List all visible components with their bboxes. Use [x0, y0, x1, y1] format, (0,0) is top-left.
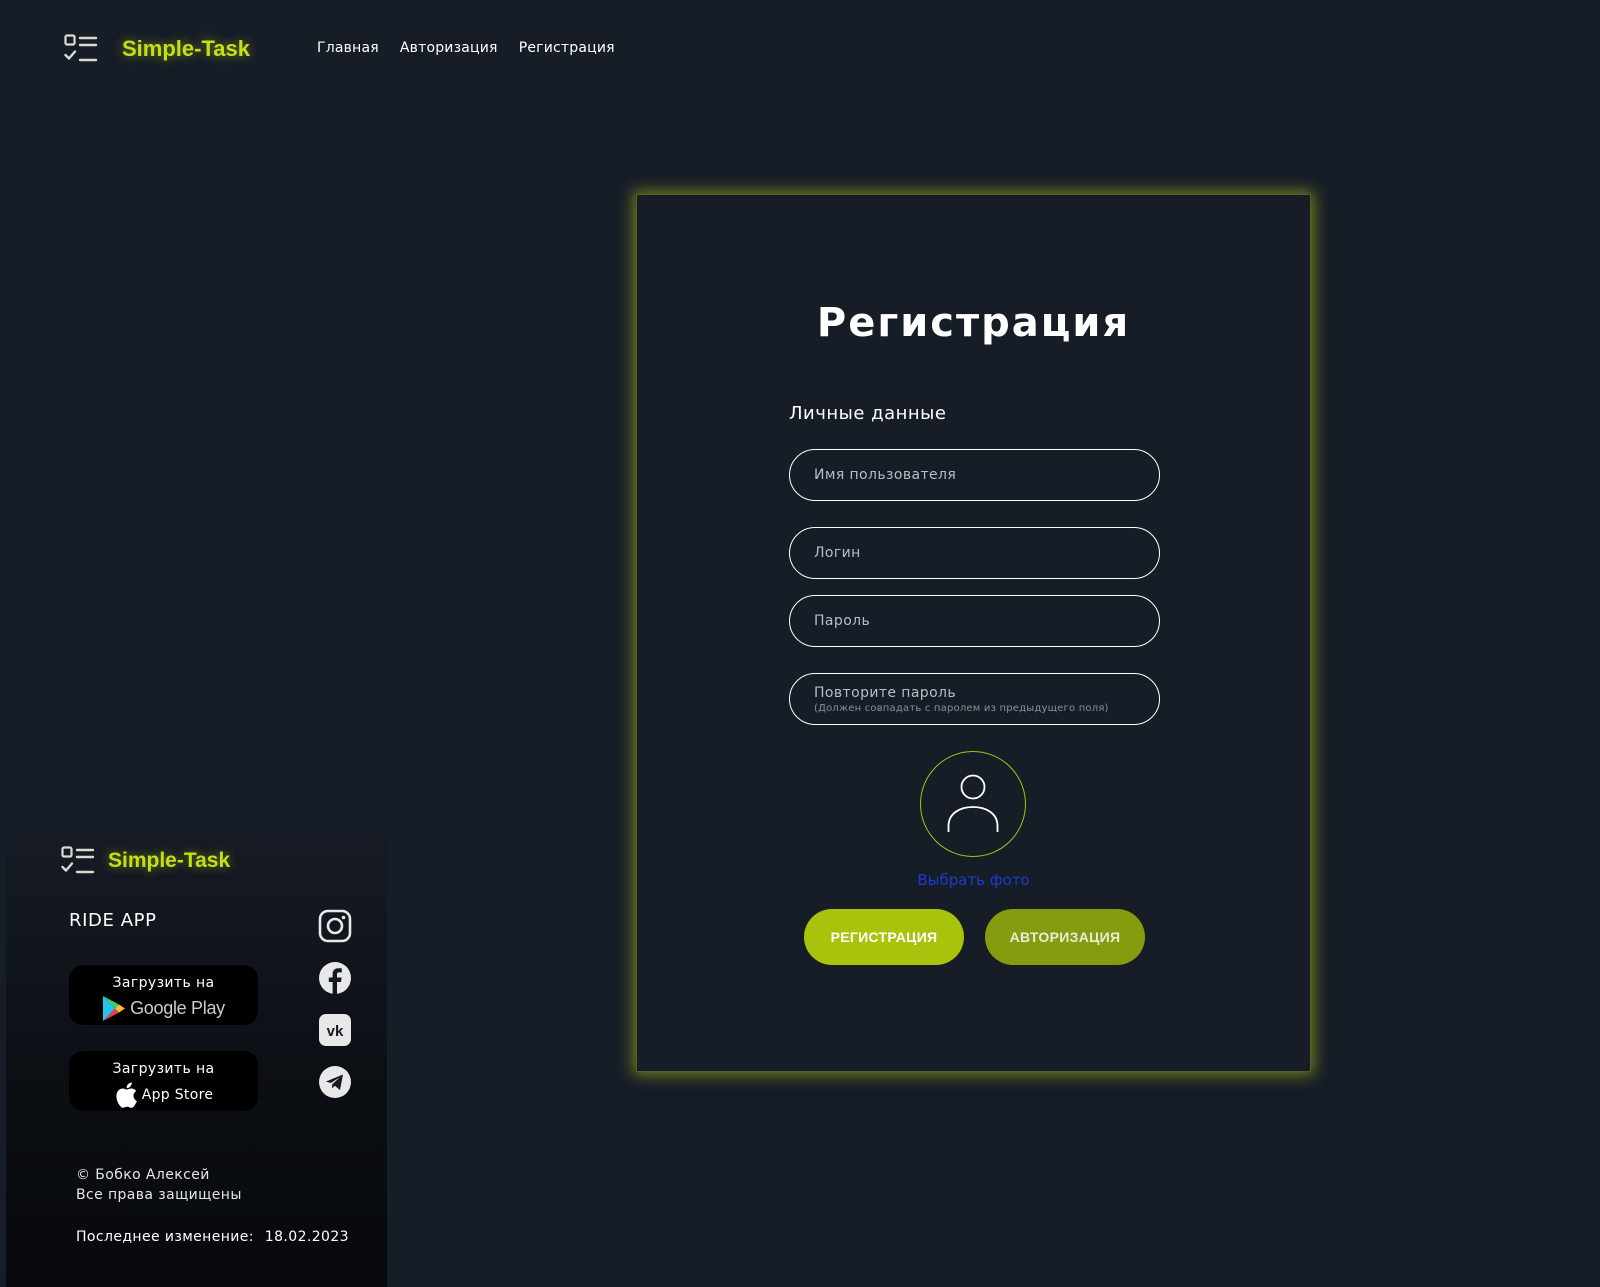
task-list-icon [61, 846, 95, 874]
repeat-password-hint: (Должен совпадать с паролем из предыдуще… [814, 702, 1109, 714]
google-play-icon [103, 996, 126, 1021]
login-placeholder: Логин [814, 545, 861, 561]
google-play-button[interactable]: Загрузить на Google Play [69, 965, 258, 1025]
password-placeholder: Пароль [814, 613, 871, 629]
nav-item-login[interactable]: Авторизация [400, 40, 498, 56]
footer: Simple-Task RIDE APP Загрузить на Google… [6, 802, 387, 1287]
header-logo[interactable]: Simple-Task [64, 34, 250, 64]
page-title: Регистрация [816, 300, 1131, 346]
telegram-icon[interactable] [318, 1065, 352, 1099]
apple-icon [116, 1082, 137, 1108]
last-change: Последнее изменение: 18.02.2023 [76, 1229, 349, 1245]
nav-item-home[interactable]: Главная [317, 40, 379, 56]
username-field[interactable]: Имя пользователя [789, 449, 1160, 501]
choose-photo-link[interactable]: Выбрать фото [637, 871, 1310, 889]
app-store-bottom: App Store [141, 1087, 214, 1103]
main-nav: Главная Авторизация Регистрация [317, 40, 615, 56]
app-store-button[interactable]: Загрузить на App Store [69, 1051, 258, 1111]
section-label: Личные данные [789, 403, 947, 424]
last-change-label: Последнее изменение: [76, 1229, 254, 1245]
login-field[interactable]: Логин [789, 527, 1160, 579]
nav-item-register[interactable]: Регистрация [519, 40, 615, 56]
ride-app-label: RIDE APP [69, 910, 157, 931]
register-button[interactable]: РЕГИСТРАЦИЯ [804, 909, 964, 965]
footer-logo[interactable]: Simple-Task [61, 846, 230, 876]
app-store-top: Загрузить на [112, 1061, 215, 1077]
user-icon [947, 774, 999, 832]
password-field[interactable]: Пароль [789, 595, 1160, 647]
vk-icon[interactable]: vk [318, 1013, 352, 1047]
footer-brand-name: Simple-Task [108, 849, 231, 872]
task-list-icon [64, 34, 98, 62]
facebook-icon[interactable] [318, 961, 352, 995]
copyright-line-1: © Бобко Алексей [76, 1167, 210, 1183]
repeat-password-field[interactable]: Повторите пароль (Должен совпадать с пар… [789, 673, 1160, 725]
google-play-bottom: Google Play [130, 998, 225, 1018]
username-placeholder: Имя пользователя [814, 467, 957, 483]
last-change-date: 18.02.2023 [264, 1229, 349, 1245]
google-play-top: Загрузить на [112, 975, 215, 991]
copyright: © Бобко Алексей Все права защищены [76, 1165, 242, 1205]
header: Simple-Task Главная Авторизация Регистра… [0, 0, 1600, 100]
copyright-line-2: Все права защищены [76, 1187, 242, 1203]
registration-card: Регистрация Личные данные Имя пользовате… [636, 194, 1311, 1072]
svg-text:vk: vk [327, 1023, 344, 1040]
brand-name: Simple-Task [122, 36, 250, 61]
avatar-picker[interactable] [920, 751, 1026, 857]
repeat-password-placeholder: Повторите пароль [814, 684, 957, 701]
instagram-icon[interactable] [318, 909, 352, 943]
login-button[interactable]: АВТОРИЗАЦИЯ [985, 909, 1145, 965]
